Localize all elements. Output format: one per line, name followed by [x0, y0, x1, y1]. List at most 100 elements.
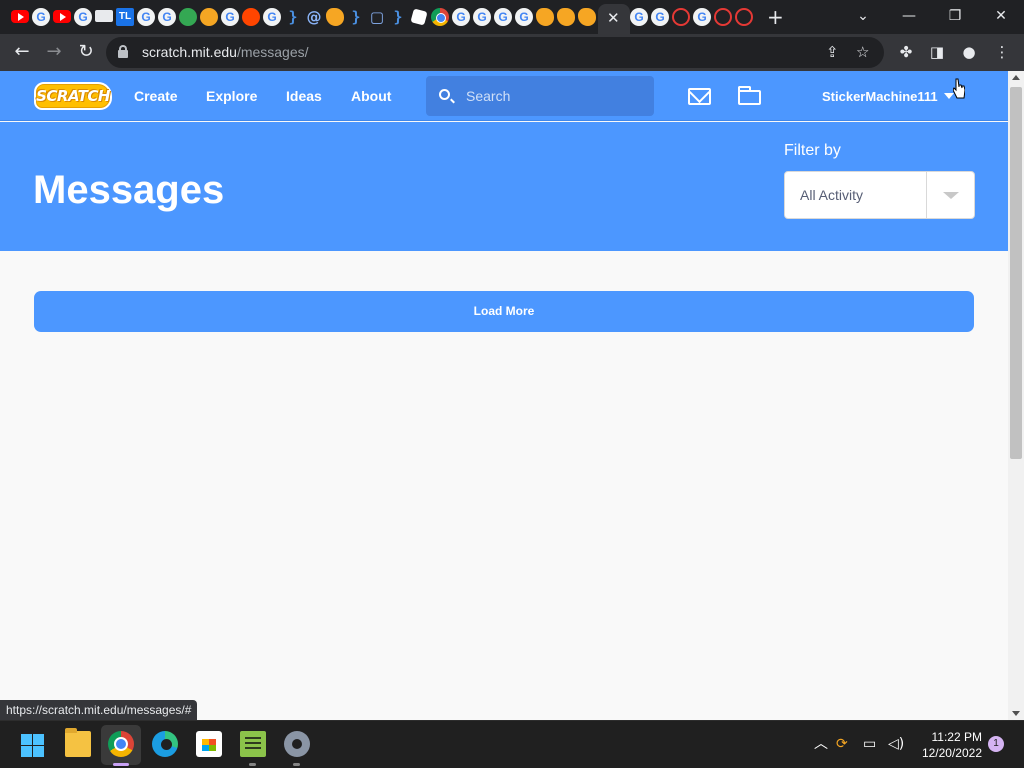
google-tab-icon[interactable]: [651, 8, 669, 26]
monitor-tab-icon[interactable]: [95, 10, 113, 22]
taskbar-clock[interactable]: 11:22 PM 12/20/2022: [916, 729, 982, 761]
network-icon[interactable]: ▭: [863, 735, 876, 753]
search-input[interactable]: [466, 86, 646, 106]
side-panel-icon[interactable]: ◨: [926, 42, 948, 62]
messages-mail-icon[interactable]: [688, 88, 711, 105]
scratch-tab-icon[interactable]: [557, 8, 575, 26]
clock-time: 11:22 PM: [931, 730, 982, 744]
youtube-tab-icon[interactable]: [11, 10, 29, 23]
scratch-tab-icon[interactable]: [326, 8, 344, 26]
page-scrollbar[interactable]: [1008, 71, 1024, 720]
tl-tab-icon[interactable]: TL: [116, 8, 134, 26]
chrome-icon[interactable]: [108, 731, 134, 757]
forward-button[interactable]: →: [40, 38, 68, 66]
file-explorer-icon[interactable]: [65, 728, 91, 757]
minimize-button[interactable]: —: [897, 4, 921, 28]
chrome-running-indicator: [113, 763, 129, 766]
share-icon[interactable]: ⇪: [826, 43, 839, 61]
url-text[interactable]: scratch.mit.edu/messages/: [142, 44, 309, 60]
load-more-button[interactable]: Load More: [34, 291, 974, 332]
search-icon: [439, 89, 450, 100]
notepad-icon[interactable]: [240, 731, 266, 757]
lock-icon[interactable]: [118, 45, 128, 58]
youtube-tab-icon[interactable]: [53, 10, 71, 23]
close-window-button[interactable]: ✕: [989, 4, 1013, 28]
new-tab-button[interactable]: +: [767, 5, 784, 29]
sync-icon[interactable]: ⟳: [836, 735, 848, 753]
address-bar[interactable]: scratch.mit.edu/messages/ ⇪ ☆: [106, 37, 884, 68]
page-title: Messages: [33, 168, 225, 212]
edge-icon[interactable]: [152, 731, 178, 757]
settings-running-indicator: [293, 763, 300, 766]
nav-explore[interactable]: Explore: [206, 87, 257, 105]
red-tab-icon[interactable]: [735, 8, 753, 26]
filter-divider: [926, 172, 927, 218]
account-username[interactable]: StickerMachine111: [822, 88, 938, 106]
google-tab-icon[interactable]: [32, 8, 50, 26]
red-tab-icon[interactable]: [714, 8, 732, 26]
google-tab-icon[interactable]: [221, 8, 239, 26]
reload-button[interactable]: ↻: [72, 38, 100, 66]
restore-button[interactable]: ❐: [943, 4, 967, 28]
chat-tab-icon[interactable]: ▢: [368, 8, 386, 26]
clock-date: 12/20/2022: [921, 746, 982, 760]
google-tab-icon[interactable]: [473, 8, 491, 26]
google-tab-icon[interactable]: [452, 8, 470, 26]
notification-badge[interactable]: 1: [988, 736, 1004, 752]
windows-taskbar: ︿ ⟳ ▭ ◁) 11:22 PM 12/20/2022 1: [0, 720, 1024, 768]
settings-icon[interactable]: [284, 731, 310, 757]
scratch-navbar: SCRATCH Create Explore Ideas About Stick…: [0, 71, 1008, 121]
notepad-running-indicator: [249, 763, 256, 766]
orange-tab-icon[interactable]: [200, 8, 218, 26]
star-icon[interactable]: ☆: [856, 43, 869, 61]
scratch-tab-icon[interactable]: [536, 8, 554, 26]
status-url-tooltip: https://scratch.mit.edu/messages/#: [0, 700, 198, 720]
nav-ideas[interactable]: Ideas: [286, 87, 322, 105]
scratch-logo[interactable]: SCRATCH: [34, 82, 112, 110]
google-tab-icon[interactable]: [137, 8, 155, 26]
close-tab-icon[interactable]: ✕: [607, 9, 620, 27]
scratch-tab-icon[interactable]: [578, 8, 596, 26]
start-icon[interactable]: [21, 734, 44, 757]
filter-selected-value[interactable]: All Activity: [800, 186, 863, 204]
tray-overflow-chevron-icon[interactable]: ︿: [814, 735, 828, 753]
profile-icon[interactable]: ●: [958, 42, 980, 62]
volume-icon[interactable]: ◁): [888, 735, 904, 753]
filter-select[interactable]: All Activity: [784, 171, 975, 219]
menu-icon[interactable]: ⋮: [991, 42, 1013, 62]
scroll-up-arrow-icon[interactable]: [1012, 75, 1020, 80]
nav-create[interactable]: Create: [134, 87, 178, 105]
google-tab-icon[interactable]: [630, 8, 648, 26]
wave-tab-icon[interactable]: [179, 8, 197, 26]
store-icon[interactable]: [196, 731, 222, 757]
google-tab-icon[interactable]: [494, 8, 512, 26]
google-tab-icon[interactable]: [74, 8, 92, 26]
tab-search-icon[interactable]: ⌄: [851, 4, 875, 28]
code-brace-tab-icon[interactable]: }: [284, 8, 302, 26]
search-box[interactable]: [426, 76, 654, 116]
code-brace-tab-icon[interactable]: }: [347, 8, 365, 26]
chevron-down-icon[interactable]: [943, 192, 959, 199]
page-viewport: SCRATCH Create Explore Ideas About Stick…: [0, 71, 1008, 720]
google-tab-icon[interactable]: [515, 8, 533, 26]
tab-strip: TL } @ } ▢ } ✕ + ⌄ — ❐ ✕: [0, 0, 1024, 34]
filter-label: Filter by: [784, 142, 841, 159]
at-sign-tab-icon[interactable]: @: [305, 8, 323, 26]
hand-cursor-icon: [953, 78, 965, 99]
reddit-tab-icon[interactable]: [242, 8, 260, 26]
browser-toolbar: ← → ↻ scratch.mit.edu/messages/ ⇪ ☆ ✤ ◨ …: [0, 34, 1024, 71]
extensions-icon[interactable]: ✤: [895, 42, 917, 62]
nav-about[interactable]: About: [351, 87, 391, 105]
active-tab[interactable]: ✕: [598, 4, 630, 34]
google-tab-icon[interactable]: [158, 8, 176, 26]
scroll-down-arrow-icon[interactable]: [1012, 711, 1020, 716]
red-tab-icon[interactable]: [672, 8, 690, 26]
back-button[interactable]: ←: [8, 38, 36, 66]
roblox-tab-icon[interactable]: [410, 8, 428, 26]
google-tab-icon[interactable]: [263, 8, 281, 26]
chrome-tab-icon[interactable]: [431, 8, 449, 26]
scrollbar-thumb[interactable]: [1010, 87, 1022, 459]
my-stuff-folder-icon[interactable]: [738, 86, 761, 105]
google-tab-icon[interactable]: [693, 8, 711, 26]
code-brace-tab-icon[interactable]: }: [389, 8, 407, 26]
